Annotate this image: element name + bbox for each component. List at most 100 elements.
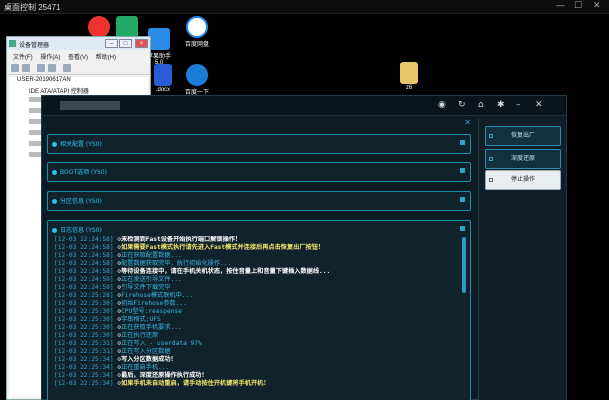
log-line: [12-03 22:25:31] ⊙正在写入分区数据 bbox=[54, 348, 458, 356]
log-line: [12-03 22:24:58] ⊙配置数据获取完毕，执行初始化操作... bbox=[54, 260, 458, 268]
app-header: ◉ ↻ ⌂ ✱ – ✕ bbox=[42, 96, 566, 116]
ie-icon-2[interactable]: 百度一下 bbox=[180, 64, 214, 96]
log-bullet-icon: ⊙ bbox=[113, 324, 122, 331]
log-line: [12-03 22:24:58] ⊙未检测到Fast设备开始执行端口解锁操作！ bbox=[54, 236, 458, 244]
log-line: [12-03 22:24:59] ⊙正在发送引导文件... bbox=[54, 276, 458, 284]
log-bullet-icon: ⊙ bbox=[113, 268, 122, 275]
collapse-icon[interactable]: ✕ bbox=[464, 118, 471, 127]
help-icon[interactable] bbox=[48, 64, 56, 72]
dm-minimize-button[interactable]: – bbox=[105, 39, 118, 48]
log-timestamp: [12-03 22:24:58] bbox=[54, 252, 114, 259]
settings-icon[interactable]: ✱ bbox=[497, 100, 505, 110]
log-message: 正在写入 - userdata 97% bbox=[121, 340, 202, 347]
log-timestamp: [12-03 22:25:34] bbox=[54, 364, 114, 371]
log-scrollbar[interactable] bbox=[462, 237, 466, 293]
log-bullet-icon: ⊙ bbox=[113, 284, 122, 291]
log-message: 等待设备连接中，请在手机关机状态，按住音量上和音量下键插入数据线... bbox=[121, 268, 331, 275]
log-line: [12-03 22:25:28] ⊙Firehose模式联机中... bbox=[54, 292, 458, 300]
log-line: [12-03 22:25:31] ⊙正在写入 - userdata 97% bbox=[54, 340, 458, 348]
device-manager-toolbar bbox=[7, 61, 150, 75]
log-timestamp: [12-03 22:25:31] bbox=[54, 340, 114, 347]
cloud-icon[interactable]: 百度网盘 bbox=[180, 16, 214, 48]
close-icon[interactable]: ✕ bbox=[593, 1, 601, 11]
log-line: [12-03 22:25:30] ⊙CPU型号:reaspense bbox=[54, 308, 458, 316]
log-message: 写入分区数据成功！ bbox=[121, 356, 177, 363]
log-message: 正在获取手机要求... bbox=[121, 324, 182, 331]
log-line: [12-03 22:24:58] ⊙正在获取配置数据... bbox=[54, 252, 458, 260]
log-timestamp: [12-03 22:25:28] bbox=[54, 292, 114, 299]
log-timestamp: [12-03 22:25:30] bbox=[54, 332, 114, 339]
restore-button[interactable]: 恢复出厂 bbox=[485, 126, 561, 146]
minimize-app-icon[interactable]: – bbox=[516, 100, 521, 110]
log-bullet-icon: ⊙ bbox=[113, 316, 122, 323]
expand-icon[interactable] bbox=[460, 140, 465, 145]
log-message: 如果手机未自动重启，请手动按住开机键将手机开机！ bbox=[121, 380, 270, 387]
tree-item[interactable]: IDE ATA/ATAPI 控制器 bbox=[9, 86, 148, 95]
deep-restore-button[interactable]: 深度还原 bbox=[485, 149, 561, 169]
expand-icon[interactable] bbox=[460, 168, 465, 173]
log-bullet-icon: ⊙ bbox=[113, 300, 122, 307]
stop-button[interactable]: 停止操作 bbox=[485, 170, 561, 190]
log-line: [12-03 22:24:58] ⊙等待设备连接中，请在手机关机状态，按住音量上… bbox=[54, 268, 458, 276]
panel-boot[interactable]: BOOT选项 (YS0) bbox=[47, 162, 471, 182]
maximize-icon[interactable]: ☐ bbox=[574, 1, 582, 11]
log-bullet-icon: ⊙ bbox=[113, 364, 122, 371]
close-app-icon[interactable]: ✕ bbox=[535, 100, 543, 110]
panel-partition[interactable]: 分区信息 (YS0) bbox=[47, 191, 471, 211]
device-manager-icon bbox=[9, 40, 16, 47]
log-line: [12-03 22:25:30] ⊙初始Firehose参数... bbox=[54, 300, 458, 308]
log-line: [12-03 22:25:34] ⊙最后，深度还原操作执行成功！ bbox=[54, 372, 458, 380]
expand-icon[interactable] bbox=[460, 226, 465, 231]
device-manager-title: 设备管理器 bbox=[19, 43, 50, 49]
remote-title-bar: 桌面控制 25471 — ☐ ✕ bbox=[0, 0, 609, 14]
log-bullet-icon: ⊙ bbox=[113, 252, 122, 259]
log-message: Firehose模式联机中... bbox=[121, 292, 193, 299]
device-manager-titlebar: 设备管理器 – □ × bbox=[7, 37, 150, 50]
home-icon[interactable]: ⌂ bbox=[478, 100, 484, 110]
dm-maximize-button[interactable]: □ bbox=[119, 39, 132, 48]
tree-root[interactable]: USER-20190617AN bbox=[9, 77, 148, 86]
app-title-redacted bbox=[60, 101, 120, 110]
log-timestamp: [12-03 22:24:58] bbox=[54, 260, 114, 267]
log-bullet-icon: ⊙ bbox=[113, 332, 122, 339]
log-bullet-icon: ⊙ bbox=[113, 380, 122, 387]
flash-tool-window: ◉ ↻ ⌂ ✱ – ✕ ✕ 相关配置 (YS0) BOOT选项 (YS0) 分区… bbox=[41, 95, 567, 400]
log-message: 最后，深度还原操作执行成功！ bbox=[121, 372, 208, 379]
panel-config[interactable]: 相关配置 (YS0) bbox=[47, 134, 471, 154]
log-timestamp: [12-03 22:24:59] bbox=[54, 276, 114, 283]
log-timestamp: [12-03 22:25:30] bbox=[54, 308, 114, 315]
refresh-icon[interactable]: ↻ bbox=[458, 100, 466, 110]
action-sidebar: 恢复出厂 深度还原 停止操作 bbox=[478, 118, 566, 400]
log-timestamp: [12-03 22:25:30] bbox=[54, 324, 114, 331]
log-list: [12-03 22:24:58] ⊙未检测到Fast设备开始执行端口解锁操作！[… bbox=[54, 236, 458, 388]
folder-icon[interactable]: z6 bbox=[392, 62, 426, 91]
left-area: ✕ 相关配置 (YS0) BOOT选项 (YS0) 分区信息 (YS0) 日志信… bbox=[47, 118, 471, 400]
back-icon[interactable] bbox=[11, 64, 19, 72]
forward-icon[interactable] bbox=[22, 64, 30, 72]
log-timestamp: [12-03 22:24:59] bbox=[54, 284, 114, 291]
expand-icon[interactable] bbox=[460, 197, 465, 202]
log-bullet-icon: ⊙ bbox=[113, 308, 122, 315]
log-bullet-icon: ⊙ bbox=[113, 260, 122, 267]
panel-log: 日志信息 (YS0) [12-03 22:24:58] ⊙未检测到Fast设备开… bbox=[47, 220, 471, 400]
log-line: [12-03 22:24:59] ⊙引导文件下载完毕 bbox=[54, 284, 458, 292]
log-line: [12-03 22:25:34] ⊙如果手机未自动重启，请手动按住开机键将手机开… bbox=[54, 380, 458, 388]
scan-icon[interactable] bbox=[63, 64, 71, 72]
log-timestamp: [12-03 22:24:58] bbox=[54, 244, 114, 251]
properties-icon[interactable] bbox=[37, 64, 45, 72]
top-strip: ✕ bbox=[47, 118, 471, 132]
globe-icon[interactable]: ◉ bbox=[438, 100, 446, 110]
log-timestamp: [12-03 22:25:34] bbox=[54, 380, 114, 387]
minimize-icon[interactable]: — bbox=[556, 1, 565, 11]
log-line: [12-03 22:25:30] ⊙正在获取手机要求... bbox=[54, 324, 458, 332]
log-message: 未检测到Fast设备开始执行端口解锁操作！ bbox=[121, 236, 242, 243]
log-line: [12-03 22:24:58] ⊙如果需要Fast模式执行请先进入Fast模式… bbox=[54, 244, 458, 252]
dm-close-button[interactable]: × bbox=[135, 39, 148, 48]
log-timestamp: [12-03 22:25:34] bbox=[54, 372, 114, 379]
log-message: CPU型号:reaspense bbox=[121, 308, 182, 315]
log-bullet-icon: ⊙ bbox=[113, 372, 122, 379]
log-message: 配置数据获取完毕，执行初始化操作... bbox=[121, 260, 232, 267]
doc-icon[interactable]: .docx bbox=[146, 64, 180, 93]
device-manager-menu: 文件(F) 操作(A) 查看(V) 帮助(H) bbox=[7, 50, 150, 61]
log-message: 正在重启手机... bbox=[121, 364, 170, 371]
